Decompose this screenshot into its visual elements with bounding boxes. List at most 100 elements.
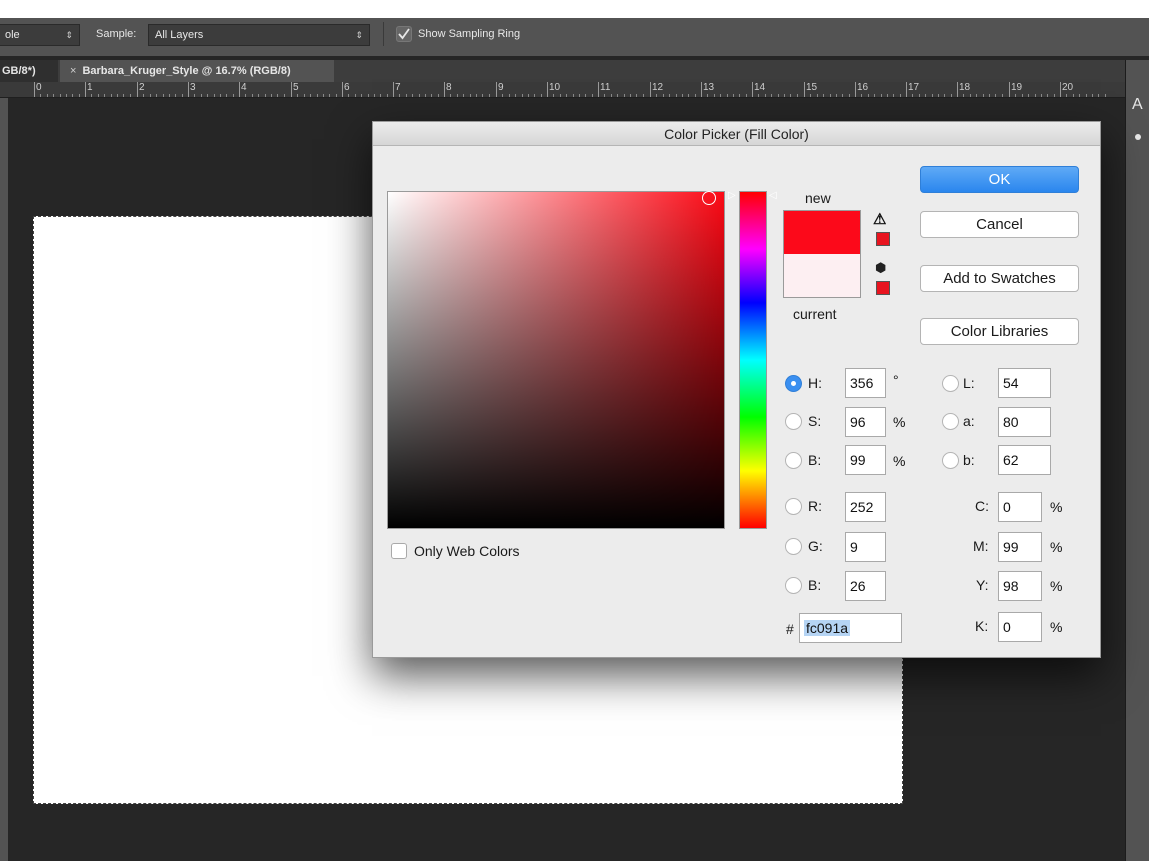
ruler-minor-tick [688,94,689,97]
ruler-minor-tick [450,94,451,97]
yellow-field[interactable]: 98 [998,571,1042,601]
b-channel-label: b: [963,452,975,468]
ruler-minor-tick [624,94,625,97]
red-label: R: [808,498,822,514]
new-color-swatch [783,210,861,254]
tab-other-document[interactable]: GB/8*) [0,60,58,82]
brightness-unit: % [893,453,906,469]
black-unit: % [1050,619,1063,635]
show-sampling-ring-checkbox[interactable] [396,26,412,42]
ruler-number: 2 [139,82,145,93]
sample-label: Sample: [96,28,137,40]
left-toolbar-edge [0,98,8,861]
options-bar: ole ⇕ Sample: All Layers ⇕ Show Sampling… [0,0,1149,56]
b-channel-radio[interactable] [942,452,959,469]
hue-field[interactable]: 356 [845,368,886,398]
ruler-minor-tick [1047,94,1048,97]
red-radio[interactable] [785,498,802,515]
ruler-number: 18 [959,82,971,93]
magenta-field[interactable]: 99 [998,532,1042,562]
ruler-minor-tick [900,94,901,97]
brightness-radio[interactable] [785,452,802,469]
cyan-field[interactable]: 0 [998,492,1042,522]
ruler-minor-tick [573,94,574,97]
ruler-tick [804,82,805,97]
menu-strip [0,0,1149,18]
ruler-minor-tick [682,94,683,97]
ruler-minor-tick [560,94,561,97]
sample-select[interactable]: All Layers ⇕ [148,24,370,46]
gamut-correction-swatch[interactable] [876,232,890,246]
ruler-tick [85,82,86,97]
ruler-minor-tick [727,94,728,97]
gamut-warning-icon: ⚠ [873,211,887,228]
saturation-unit: % [893,414,906,430]
color-libraries-button[interactable]: Color Libraries [920,318,1079,345]
ruler-minor-tick [534,94,535,97]
ruler-minor-tick [47,94,48,97]
ruler-tick [701,82,702,97]
only-web-colors-checkbox[interactable] [391,543,407,559]
hex-field[interactable]: fc091a [799,613,902,643]
blue-radio[interactable] [785,577,802,594]
brightness-field[interactable]: 99 [845,445,886,475]
saturation-radio[interactable] [785,413,802,430]
hue-radio[interactable] [785,375,802,392]
ruler-minor-tick [53,94,54,97]
ruler-minor-tick [425,94,426,97]
ruler-minor-tick [220,94,221,97]
show-sampling-ring-label: Show Sampling Ring [418,28,521,40]
a-channel-radio[interactable] [942,413,959,430]
web-safe-swatch[interactable] [876,281,890,295]
hue-slider[interactable] [739,191,767,529]
ruler-minor-tick [60,94,61,97]
updown-arrows-icon: ⇕ [355,30,363,40]
ruler-minor-tick [482,94,483,97]
ruler-minor-tick [91,94,92,97]
ruler-minor-tick [207,94,208,97]
ruler-minor-tick [566,94,567,97]
green-field[interactable]: 9 [845,532,886,562]
ruler-minor-tick [810,94,811,97]
ruler-number: 8 [446,82,452,93]
color-marker[interactable] [702,191,716,205]
close-icon[interactable]: × [70,65,76,77]
ruler-number: 12 [652,82,664,93]
hue-slider-right-arrow-icon[interactable]: ◁ [769,191,777,201]
ruler-minor-tick [123,94,124,97]
ruler-minor-tick [528,94,529,97]
add-to-swatches-button[interactable]: Add to Swatches [920,265,1079,292]
ruler-minor-tick [746,94,747,97]
current-color-swatch[interactable] [783,254,861,298]
ruler-minor-tick [412,94,413,97]
ruler-tick [444,82,445,97]
tab-label: Barbara_Kruger_Style @ 16.7% (RGB/8) [82,65,291,77]
green-radio[interactable] [785,538,802,555]
b-channel-field[interactable]: 62 [998,445,1051,475]
ruler-tick [1060,82,1061,97]
ruler-minor-tick [579,94,580,97]
ruler-minor-tick [463,94,464,97]
lightness-radio[interactable] [942,375,959,392]
ruler-minor-tick [1086,94,1087,97]
saturation-brightness-field[interactable] [387,191,725,529]
ruler-minor-tick [156,94,157,97]
tool-mode-select[interactable]: ole ⇕ [0,24,80,46]
ruler-minor-tick [720,94,721,97]
tab-barbara-kruger-style[interactable]: × Barbara_Kruger_Style @ 16.7% (RGB/8) [60,60,334,82]
red-field[interactable]: 252 [845,492,886,522]
ruler-minor-tick [252,94,253,97]
a-channel-field[interactable]: 80 [998,407,1051,437]
ruler-minor-tick [284,94,285,97]
ruler-minor-tick [1002,94,1003,97]
lightness-field[interactable]: 54 [998,368,1051,398]
blue-field[interactable]: 26 [845,571,886,601]
ruler-minor-tick [970,94,971,97]
ruler-number: 4 [241,82,247,93]
hue-slider-left-arrow-icon[interactable]: ▷ [728,191,736,201]
black-field[interactable]: 0 [998,612,1042,642]
ok-button[interactable]: OK [920,166,1079,193]
cancel-button[interactable]: Cancel [920,211,1079,238]
saturation-field[interactable]: 96 [845,407,886,437]
ruler-minor-tick [765,94,766,97]
